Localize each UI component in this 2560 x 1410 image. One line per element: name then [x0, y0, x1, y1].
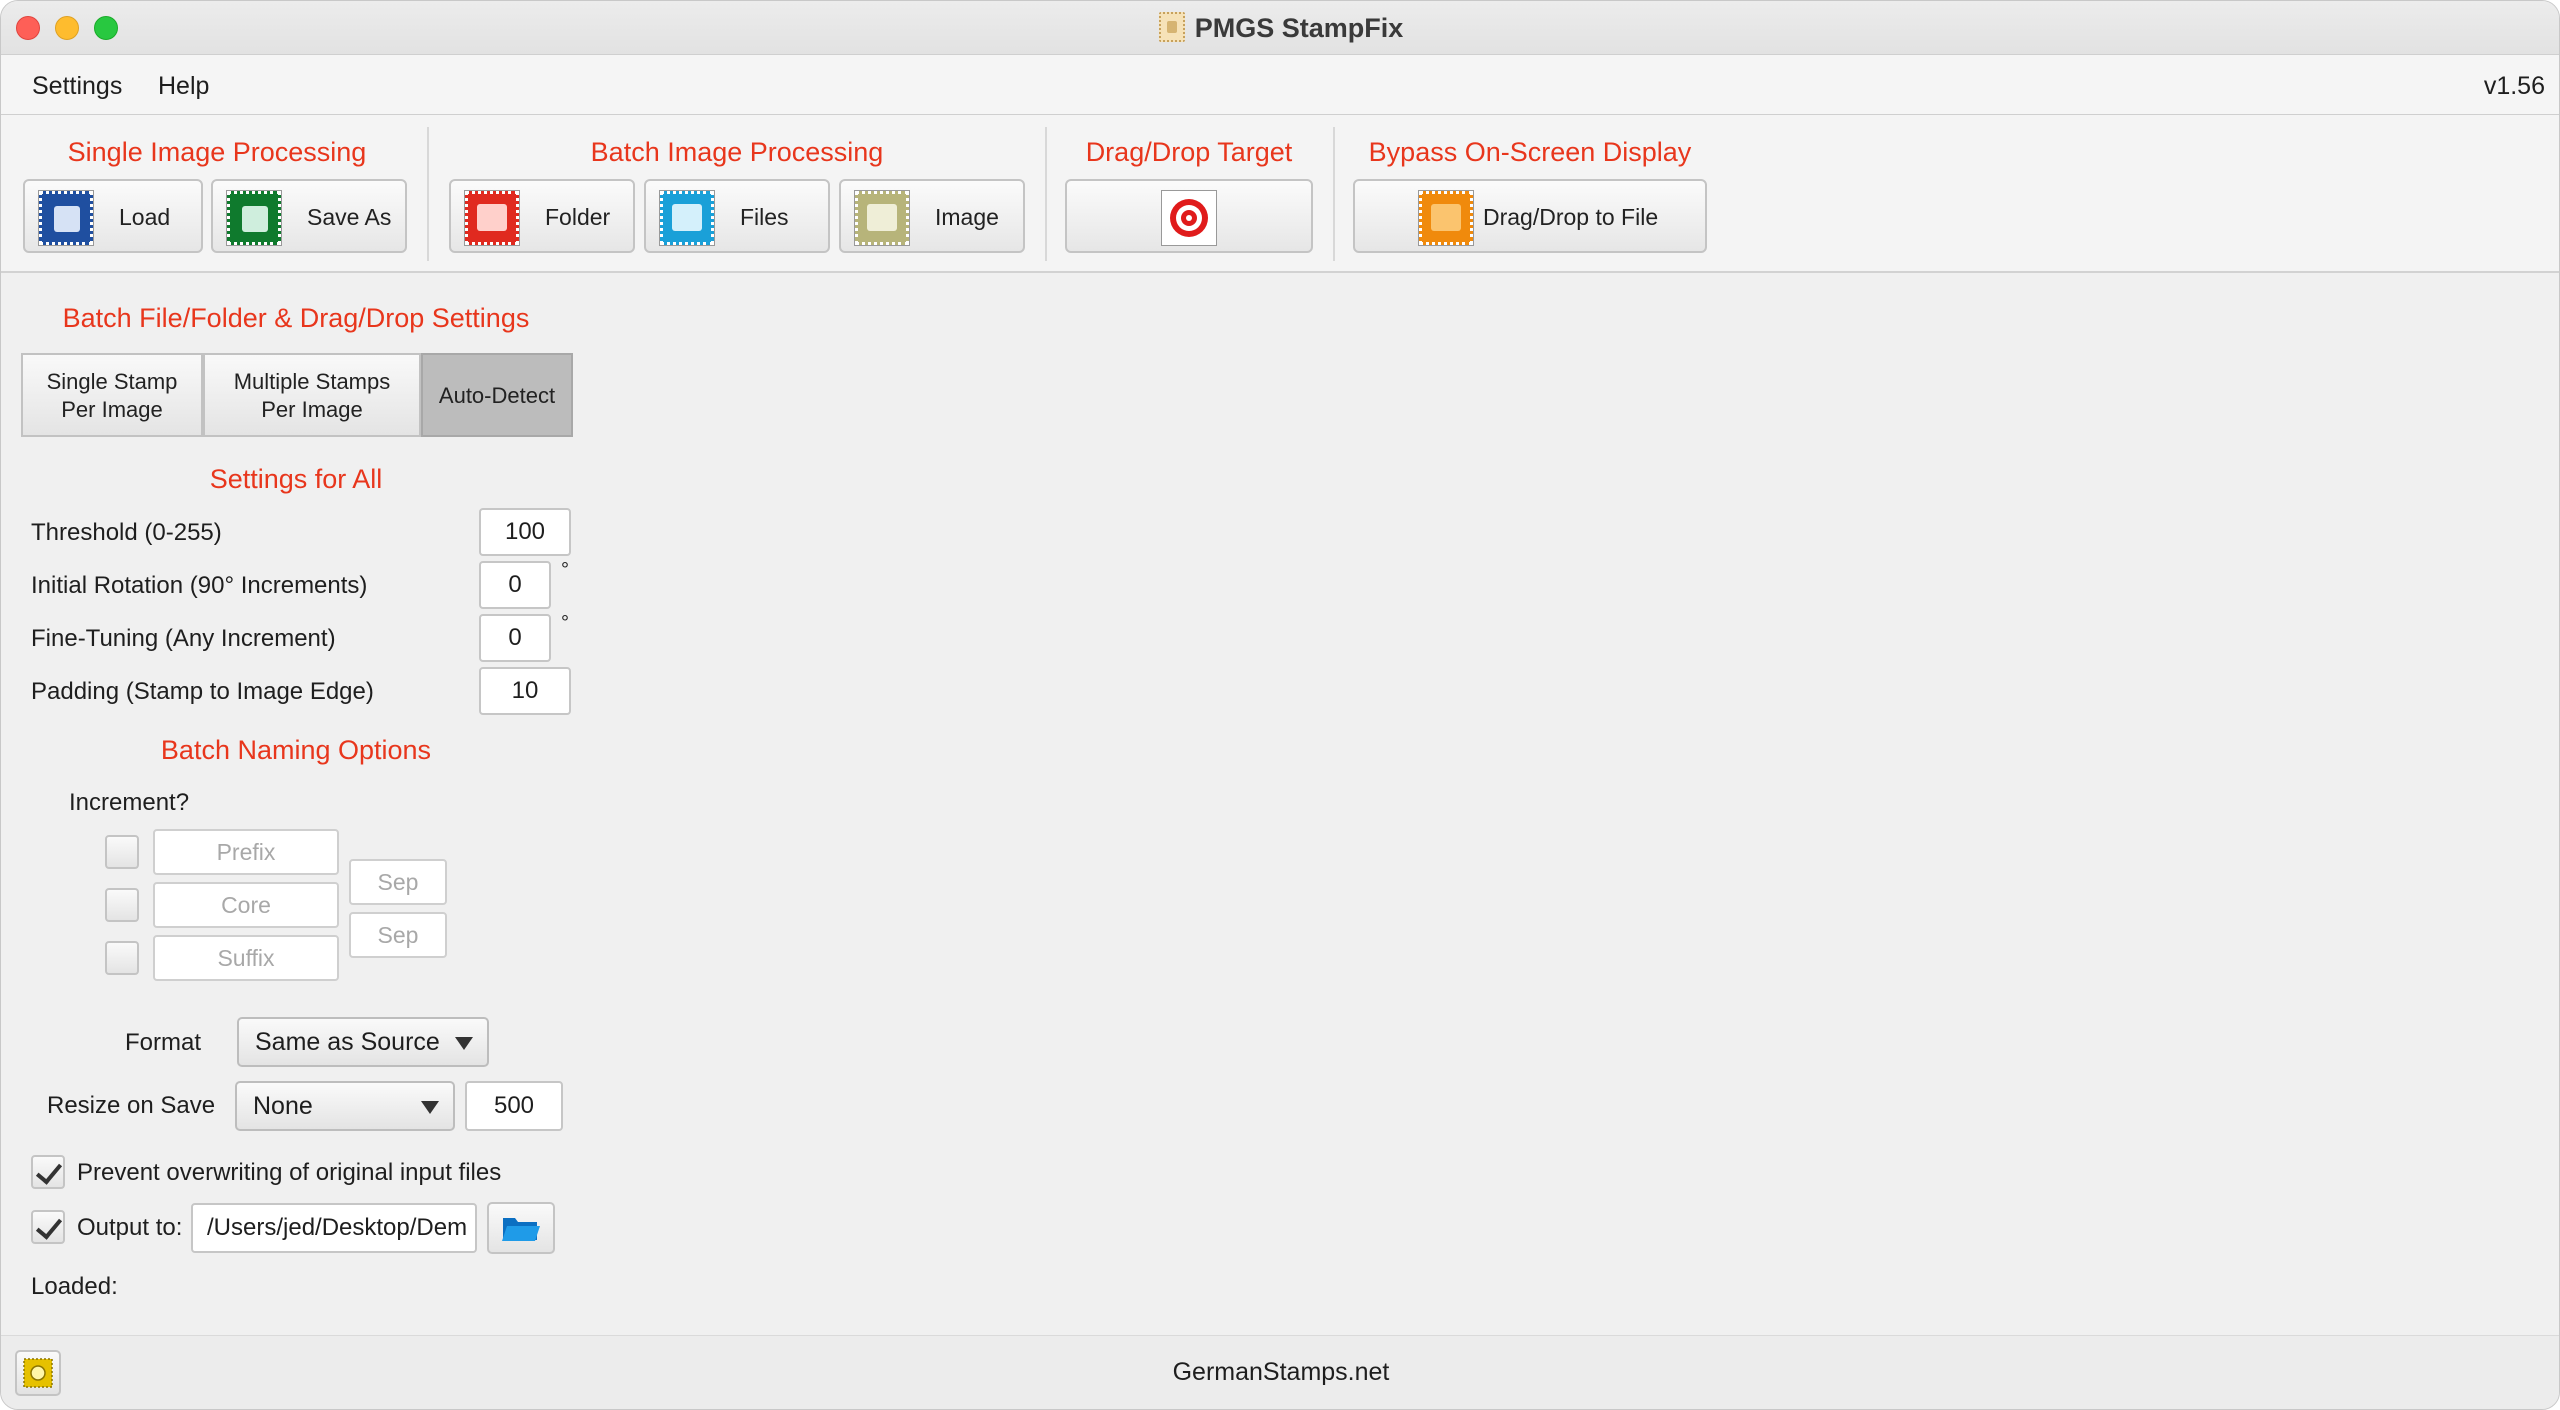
bypass-stamp-icon [1418, 190, 1474, 246]
separator-2-input[interactable]: Sep [349, 912, 447, 958]
increment-core-checkbox[interactable] [105, 888, 139, 922]
folder-stamp-icon [464, 190, 520, 246]
fine-tuning-input[interactable]: 0 [479, 614, 551, 662]
floppy-icon [242, 206, 268, 232]
version-label: v1.56 [2483, 72, 2545, 100]
single-processing-title: Single Image Processing [67, 137, 367, 167]
rotation-degree-unit: ° [561, 559, 569, 581]
dragdrop-to-file-label: Drag/Drop to File [1483, 204, 1659, 230]
folder-icon [477, 204, 507, 231]
window-title: PMGS StampFix [1194, 13, 1404, 43]
menu-help[interactable]: Help [158, 72, 209, 101]
separator-1-input[interactable]: Sep [349, 859, 447, 905]
resize-select-value: None [253, 1092, 313, 1120]
suffix-input[interactable]: Suffix [153, 935, 339, 981]
mode-multiple-line1: Multiple Stamps [233, 369, 391, 394]
mode-auto-detect-button[interactable]: Auto-Detect [421, 353, 573, 437]
dragdrop-to-file-button[interactable]: Drag/Drop to File [1353, 179, 1707, 253]
prevent-overwrite-checkbox[interactable] [31, 1155, 65, 1189]
mode-single-stamp-button[interactable]: Single Stamp Per Image [21, 353, 203, 437]
threshold-label: Threshold (0-255) [31, 519, 222, 546]
chevron-down-icon [421, 1101, 439, 1114]
format-select-value: Same as Source [255, 1028, 440, 1056]
increment-suffix-checkbox[interactable] [105, 941, 139, 975]
mode-multiple-stamps-button[interactable]: Multiple Stamps Per Image [203, 353, 421, 437]
dragdrop-target-title: Drag/Drop Target [1085, 137, 1293, 167]
folder-label: Folder [545, 204, 611, 230]
toolbar-separator [1333, 127, 1335, 261]
window-title-container: PMGS StampFix [1, 12, 2559, 44]
core-input[interactable]: Core [153, 882, 339, 928]
prevent-overwrite-label: Prevent overwriting of original input fi… [77, 1159, 502, 1186]
menu-settings[interactable]: Settings [32, 72, 122, 101]
image-label: Image [935, 204, 999, 230]
format-select[interactable]: Same as Source [237, 1017, 489, 1067]
dragdrop-target-button[interactable] [1065, 179, 1313, 253]
mode-auto-detect-label: Auto-Detect [438, 383, 556, 408]
resize-label: Resize on Save [47, 1092, 216, 1119]
output-path-input[interactable]: /Users/jed/Desktop/Dem [191, 1203, 477, 1253]
mode-single-line2: Per Image [61, 397, 163, 422]
batch-folder-button[interactable]: Folder [449, 179, 635, 253]
mode-multiple-line2: Per Image [261, 397, 363, 422]
batch-naming-title: Batch Naming Options [160, 735, 432, 765]
fine-tuning-degree-unit: ° [561, 612, 569, 634]
app-window: PMGS StampFix Settings Help v1.56 Single… [0, 0, 2560, 1410]
batch-files-button[interactable]: Files [644, 179, 830, 253]
prefix-input[interactable]: Prefix [153, 829, 339, 875]
output-to-checkbox[interactable] [31, 1210, 65, 1244]
chevron-down-icon [455, 1037, 473, 1050]
folder-open-icon [672, 204, 702, 231]
settings-for-all-title: Settings for All [209, 464, 383, 494]
loaded-label: Loaded: [31, 1273, 118, 1300]
format-label: Format [125, 1029, 202, 1056]
load-button[interactable]: Load [23, 179, 203, 253]
increment-prefix-checkbox[interactable] [105, 835, 139, 869]
toolbar: Single Image Processing Load Save As Bat… [1, 115, 2559, 273]
browse-output-button[interactable] [487, 1202, 555, 1254]
folder-open-icon [502, 1218, 540, 1241]
batch-processing-title: Batch Image Processing [590, 137, 884, 167]
target-stamp-icon [1161, 190, 1217, 246]
files-label: Files [740, 204, 789, 230]
save-as-label: Save As [307, 204, 392, 230]
fine-tuning-label: Fine-Tuning (Any Increment) [31, 625, 336, 652]
save-as-stamp-icon [226, 190, 282, 246]
title-bar: PMGS StampFix [1, 1, 2559, 55]
stamp-app-icon [1158, 12, 1185, 42]
load-stamp-icon [38, 190, 94, 246]
output-to-label: Output to: [77, 1214, 183, 1241]
toolbar-separator [1045, 127, 1047, 261]
threshold-input[interactable]: 100 [479, 508, 571, 556]
resize-size-input[interactable]: 500 [465, 1081, 563, 1131]
save-as-button[interactable]: Save As [211, 179, 407, 253]
file-icon [1431, 204, 1461, 231]
bypass-title: Bypass On-Screen Display [1368, 137, 1692, 167]
mode-single-line1: Single Stamp [46, 369, 178, 394]
increment-label: Increment? [69, 789, 190, 816]
target-icon [1170, 199, 1208, 237]
status-website-text: GermanStamps.net [1172, 1358, 1390, 1386]
files-stamp-icon [659, 190, 715, 246]
padding-input[interactable]: 10 [479, 667, 571, 715]
batch-image-button[interactable]: Image [839, 179, 1025, 253]
batch-settings-title: Batch File/Folder & Drag/Drop Settings [62, 303, 530, 333]
padding-label: Padding (Stamp to Image Edge) [31, 678, 374, 705]
folder-open-icon [867, 204, 897, 231]
rotation-input[interactable]: 0 [479, 561, 551, 609]
image-stamp-icon [854, 190, 910, 246]
menu-bar: Settings Help v1.56 [1, 55, 2559, 115]
floppy-icon [54, 206, 80, 232]
rotation-label: Initial Rotation (90° Increments) [31, 572, 368, 599]
load-label: Load [119, 204, 171, 230]
resize-select[interactable]: None [235, 1081, 455, 1131]
status-bar: GermanStamps.net [1, 1335, 2559, 1409]
toolbar-separator [427, 127, 429, 261]
